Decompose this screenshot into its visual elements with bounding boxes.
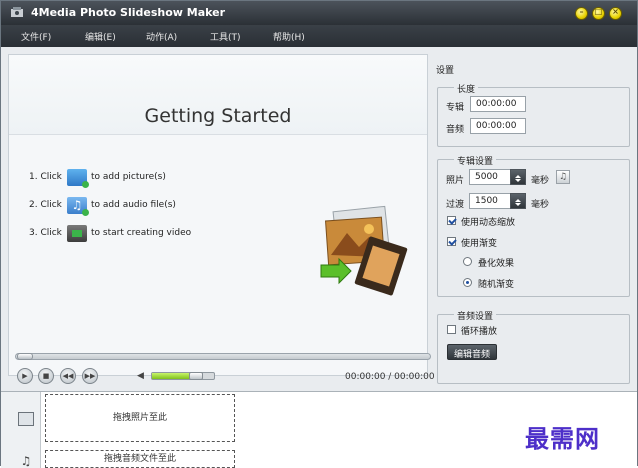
previous-icon: ◀◀ <box>62 372 74 380</box>
photo-drop-zone[interactable]: 拖拽照片至此 <box>45 394 235 442</box>
album-length-field[interactable]: 00:00:00 <box>470 96 526 112</box>
step-1-prefix: 1. Click <box>29 172 62 182</box>
menu-action[interactable]: 动作(A) <box>146 30 177 43</box>
audio-length-label: 音频 <box>446 125 465 135</box>
minimize-button[interactable]: – <box>575 7 588 20</box>
transition-duration-label: 过渡 <box>446 200 465 210</box>
menu-bar: 文件(F) 编辑(E) 动作(A) 工具(T) 帮助(H) <box>1 25 637 47</box>
maximize-icon: □ <box>594 7 603 16</box>
random-fade-label: 随机渐变 <box>478 280 515 290</box>
loop-playback-checkbox[interactable] <box>447 325 456 334</box>
stop-icon: ■ <box>42 372 50 380</box>
use-fade-label: 使用渐变 <box>461 239 498 249</box>
step-add-audio: 2. Click ♫ to add audio file(s) <box>29 196 176 216</box>
overlay-effect-label: 叠化效果 <box>478 259 515 269</box>
app-window: 4Media Photo Slideshow Maker – □ × 文件(F)… <box>0 0 638 468</box>
track-header-column: ♫ <box>1 392 41 468</box>
album-length-label: 专辑 <box>446 103 465 113</box>
settings-header: 设置 <box>436 66 455 76</box>
preview-panel: Getting Started 1. Click to add picture(… <box>8 54 428 376</box>
photo-duration-spinner[interactable] <box>510 169 526 185</box>
play-icon: ▶ <box>22 372 28 380</box>
photo-duration-label: 照片 <box>446 176 465 186</box>
add-audio-icon[interactable]: ♫ <box>67 196 89 216</box>
transition-duration-unit: 毫秒 <box>531 200 550 210</box>
album-settings-title: 专辑设置 <box>454 154 497 167</box>
close-button[interactable]: × <box>609 7 622 20</box>
transition-duration-field[interactable]: 1500 <box>469 193 511 209</box>
app-logo-icon <box>11 7 23 17</box>
dynamic-zoom-label: 使用动态缩放 <box>461 218 516 228</box>
photo-to-video-icon <box>320 205 408 296</box>
image-track-icon <box>18 412 34 426</box>
photo-duration-unit: 毫秒 <box>531 176 550 186</box>
edit-audio-button[interactable]: 编辑音频 <box>447 344 498 360</box>
step-create-video: 3. Click to start creating video <box>29 224 191 242</box>
window-title: 4Media Photo Slideshow Maker <box>31 6 226 19</box>
stop-button[interactable]: ■ <box>38 368 54 384</box>
overlay-effect-radio[interactable] <box>463 257 472 266</box>
length-group: 长度 <box>437 82 630 147</box>
volume-slider[interactable] <box>151 372 215 380</box>
random-fade-radio[interactable] <box>463 278 472 287</box>
volume-handle[interactable] <box>189 372 203 380</box>
step-2-prefix: 2. Click <box>29 200 62 210</box>
maximize-button[interactable]: □ <box>592 7 605 20</box>
previous-button[interactable]: ◀◀ <box>60 368 76 384</box>
use-fade-checkbox[interactable] <box>447 237 456 246</box>
seek-handle[interactable] <box>17 353 33 360</box>
audio-drop-zone[interactable]: 拖拽音频文件至此 <box>45 450 235 468</box>
next-icon: ▶▶ <box>84 372 96 380</box>
music-button[interactable]: ♫ <box>556 170 570 184</box>
minimize-icon: – <box>579 7 584 16</box>
step-2-text: to add audio file(s) <box>91 200 176 210</box>
photo-duration-field[interactable]: 5000 <box>469 169 511 185</box>
dynamic-zoom-checkbox[interactable] <box>447 216 456 225</box>
step-3-text: to start creating video <box>91 228 192 238</box>
getting-started-title: Getting Started <box>144 105 292 127</box>
loop-playback-label: 循环播放 <box>461 327 498 337</box>
step-add-picture: 1. Click to add picture(s) <box>29 168 166 188</box>
length-title: 长度 <box>454 82 479 95</box>
title-bar: 4Media Photo Slideshow Maker – □ × <box>1 1 637 25</box>
audio-settings-title: 音频设置 <box>454 309 497 322</box>
watermark-text: 最需网 <box>525 424 600 453</box>
seek-bar[interactable] <box>15 353 431 360</box>
volume-icon[interactable]: ◀ <box>137 371 144 381</box>
step-1-text: to add picture(s) <box>91 172 166 182</box>
create-video-icon[interactable] <box>67 224 87 242</box>
next-button[interactable]: ▶▶ <box>82 368 98 384</box>
close-icon: × <box>612 7 619 16</box>
menu-tools[interactable]: 工具(T) <box>210 30 241 43</box>
step-3-prefix: 3. Click <box>29 228 62 238</box>
time-display: 00:00:00 / 00:00:00 <box>345 372 435 382</box>
transition-duration-spinner[interactable] <box>510 193 526 209</box>
audio-length-field[interactable]: 00:00:00 <box>470 118 526 134</box>
menu-edit[interactable]: 编辑(E) <box>85 30 116 43</box>
music-note-icon: ♫ <box>558 172 568 182</box>
menu-help[interactable]: 帮助(H) <box>273 30 305 43</box>
play-button[interactable]: ▶ <box>17 368 33 384</box>
menu-file[interactable]: 文件(F) <box>21 30 51 43</box>
add-picture-icon[interactable] <box>67 168 89 188</box>
